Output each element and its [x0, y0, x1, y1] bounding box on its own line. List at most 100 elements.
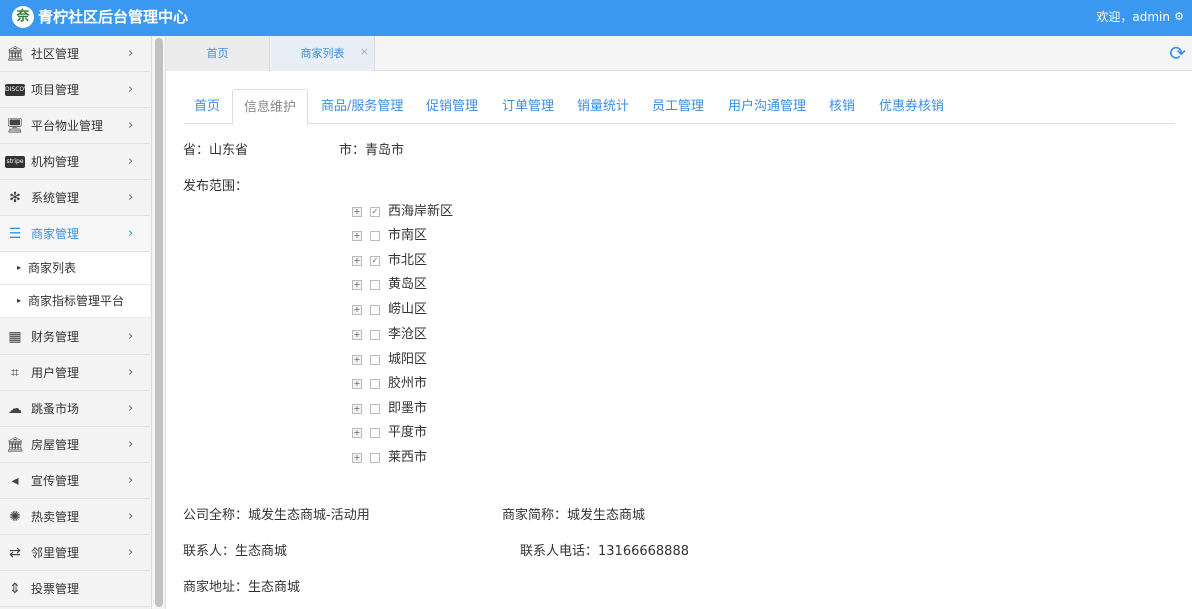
main-content: 首页 商家列表 × ⟳ 首页 信息维护 商品/服务管理 促销管理 订单管理 销量… — [166, 36, 1192, 609]
expand-icon[interactable]: + — [352, 404, 362, 414]
sidebar-item-finance[interactable]: ▦ 财务管理 › — [0, 319, 150, 355]
page-tab-home[interactable]: 首页 — [166, 36, 270, 71]
region-label: 平度市 — [388, 425, 428, 440]
page-tab-label: 首页 — [206, 47, 229, 60]
chevron-right-icon: › — [128, 82, 134, 97]
page-tab-merchant-list[interactable]: 商家列表 × — [271, 36, 375, 71]
sidebar-item-neighbors[interactable]: ⇄ 邻里管理 › — [0, 535, 150, 571]
sidebar-item-publicity[interactable]: ◂ 宣传管理 › — [0, 463, 150, 499]
sidebar-item-merchants[interactable]: ☰ 商家管理 › — [0, 216, 150, 252]
crop-icon: ⌗ — [11, 365, 19, 381]
region-tree-item[interactable]: + 崂山区 — [352, 301, 552, 319]
tab-products-services[interactable]: 商品/服务管理 — [321, 89, 403, 124]
welcome-user-menu[interactable]: 欢迎，admin — [1096, 9, 1170, 25]
expand-icon[interactable]: + — [352, 207, 362, 217]
sidebar-item-label: 社区管理 — [31, 47, 80, 61]
region-tree-item[interactable]: + ✓ 市北区 — [352, 252, 552, 270]
tab-staff[interactable]: 员工管理 — [652, 89, 704, 124]
contact-person: 联系人：生态商城 — [183, 544, 288, 559]
chevron-right-icon: › — [128, 437, 134, 452]
expand-icon[interactable]: + — [352, 453, 362, 463]
sidebar-nav: 🏛 社区管理 › DISCOVER 项目管理 › 🖥 平台物业管理 › stri… — [0, 36, 152, 609]
sidebar-item-organization[interactable]: stripe 机构管理 › — [0, 144, 150, 180]
sidebar-item-label: 跳蚤市场 — [31, 402, 80, 416]
expand-icon[interactable]: + — [352, 428, 362, 438]
expand-icon[interactable]: + — [352, 231, 362, 241]
tab-orders[interactable]: 订单管理 — [502, 89, 554, 124]
chevron-right-icon: › — [128, 509, 134, 524]
region-tree-item[interactable]: + 莱西市 — [352, 449, 552, 467]
sidebar-item-label: 投票管理 — [31, 582, 80, 596]
monitor-icon: 🖥 — [6, 118, 24, 134]
sidebar-item-users[interactable]: ⌗ 用户管理 › — [0, 355, 150, 391]
tab-coupon-verification[interactable]: 优惠券核销 — [879, 89, 944, 124]
expand-icon[interactable]: + — [352, 256, 362, 266]
region-checkbox[interactable] — [370, 280, 380, 290]
sidebar-item-community[interactable]: 🏛 社区管理 › — [0, 36, 150, 72]
sidebar-item-label: 用户管理 — [31, 366, 80, 380]
region-tree-item[interactable]: + 即墨市 — [352, 400, 552, 418]
expand-icon[interactable]: + — [352, 330, 362, 340]
tab-promotions[interactable]: 促销管理 — [426, 89, 478, 124]
chevron-right-icon: › — [128, 365, 134, 380]
expand-icon[interactable]: + — [352, 280, 362, 290]
chevron-right-icon: › — [128, 329, 134, 344]
sidebar-subitem-merchant-metrics[interactable]: ▸ 商家指标管理平台 — [0, 285, 150, 318]
sidebar-item-housing[interactable]: 🏛 房屋管理 › — [0, 427, 150, 463]
sidebar-item-projects[interactable]: DISCOVER 项目管理 › — [0, 72, 150, 108]
region-checkbox[interactable] — [370, 305, 380, 315]
sidebar-item-hot-sale[interactable]: ✺ 热卖管理 › — [0, 499, 150, 535]
region-tree-item[interactable]: + 城阳区 — [352, 351, 552, 369]
scrollbar-thumb[interactable] — [155, 38, 163, 607]
region-tree-item[interactable]: + 市南区 — [352, 227, 552, 245]
region-label: 市南区 — [388, 228, 428, 243]
region-label: 崂山区 — [388, 302, 428, 317]
close-icon[interactable]: × — [360, 34, 369, 69]
caret-right-icon: ▸ — [17, 296, 22, 305]
content-tab-bar: 首页 信息维护 商品/服务管理 促销管理 订单管理 销量统计 员工管理 用户沟通… — [184, 89, 1174, 125]
region-checkbox[interactable] — [370, 404, 380, 414]
company-full-name: 公司全称：城发生态商城-活动用 — [183, 508, 370, 523]
region-checkbox[interactable] — [370, 428, 380, 438]
region-label: 胶州市 — [388, 376, 428, 391]
region-tree-item[interactable]: + 李沧区 — [352, 326, 552, 344]
region-label: 即墨市 — [388, 401, 428, 416]
region-tree-item[interactable]: + 平度市 — [352, 424, 552, 442]
tab-info-maintenance[interactable]: 信息维护 — [232, 89, 309, 125]
region-tree-item[interactable]: + ✓ 西海岸新区 — [352, 203, 552, 221]
region-checkbox[interactable]: ✓ — [370, 207, 380, 217]
region-checkbox[interactable] — [370, 453, 380, 463]
sidebar-item-property[interactable]: 🖥 平台物业管理 › — [0, 108, 150, 144]
sidebar-item-voting[interactable]: ⇕ 投票管理 — [0, 571, 150, 607]
expand-icon[interactable]: + — [352, 305, 362, 315]
tab-sales-stats[interactable]: 销量统计 — [577, 89, 629, 124]
refresh-icon[interactable]: ⟳ — [1169, 42, 1186, 64]
region-label: 城阳区 — [388, 352, 428, 367]
sidebar-scrollbar[interactable] — [152, 36, 166, 609]
expand-icon[interactable]: + — [352, 355, 362, 365]
expand-icon[interactable]: + — [352, 379, 362, 389]
volume-icon: ◂ — [11, 473, 19, 489]
region-label: 市北区 — [388, 253, 428, 268]
gear-icon[interactable]: ⚙ — [1174, 9, 1184, 25]
region-checkbox[interactable] — [370, 355, 380, 365]
contact-phone: 联系人电话：13166668888 — [520, 544, 689, 559]
sidebar-item-label: 商家管理 — [31, 227, 80, 241]
sidebar-subitem-merchant-list[interactable]: ▸ 商家列表 — [0, 252, 150, 285]
region-tree-item[interactable]: + 黄岛区 — [352, 276, 552, 294]
tab-home[interactable]: 首页 — [194, 89, 220, 124]
region-checkbox[interactable] — [370, 330, 380, 340]
page-tab-bar: 首页 商家列表 × ⟳ — [166, 36, 1192, 71]
tab-user-communication[interactable]: 用户沟通管理 — [728, 89, 806, 124]
tab-verification[interactable]: 核销 — [829, 89, 855, 124]
cloud-icon: ☁ — [8, 401, 22, 417]
region-checkbox[interactable] — [370, 379, 380, 389]
sidebar-item-system[interactable]: ✻ 系统管理 › — [0, 180, 150, 216]
merchant-address: 商家地址：生态商城 — [183, 580, 301, 595]
region-checkbox[interactable] — [370, 231, 380, 241]
sidebar-item-flea-market[interactable]: ☁ 跳蚤市场 › — [0, 391, 150, 427]
sort-icon: ⇕ — [9, 581, 21, 597]
region-checkbox[interactable]: ✓ — [370, 256, 380, 266]
region-tree-item[interactable]: + 胶州市 — [352, 375, 552, 393]
chevron-right-icon: › — [128, 46, 134, 61]
